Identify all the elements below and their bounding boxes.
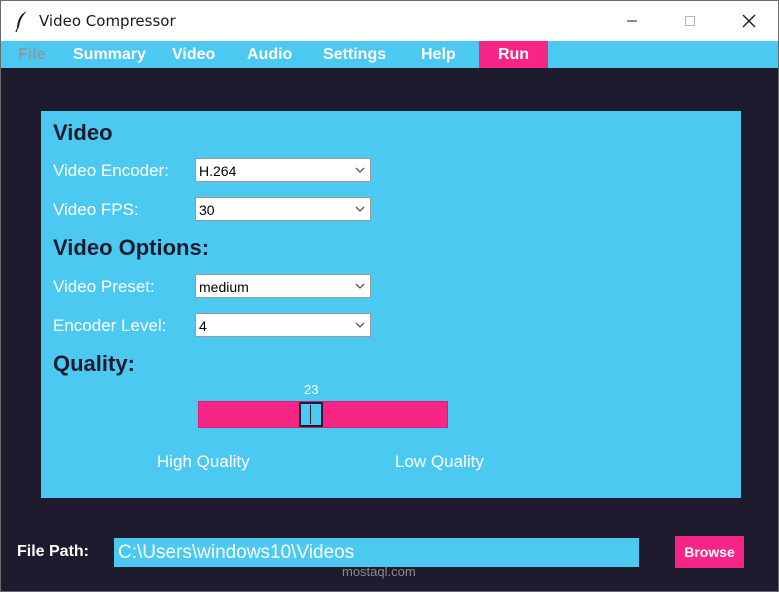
file-path-label: File Path: xyxy=(17,543,90,560)
menu-file[interactable]: File xyxy=(18,41,46,68)
minimize-button[interactable] xyxy=(603,1,661,41)
menu-help[interactable]: Help xyxy=(421,41,456,68)
encoder-level-value: 4 xyxy=(199,318,207,334)
browse-button[interactable]: Browse xyxy=(675,536,744,568)
close-button[interactable] xyxy=(720,1,778,41)
minimize-icon xyxy=(627,20,637,22)
menu-settings[interactable]: Settings xyxy=(323,41,386,68)
video-fps-value: 30 xyxy=(199,202,215,218)
video-preset-select[interactable]: medium xyxy=(195,274,371,298)
video-preset-label: Video Preset: xyxy=(53,277,155,296)
chevron-down-icon xyxy=(355,322,365,328)
file-path-input[interactable]: C:\Users\windows10\Videos xyxy=(114,538,639,567)
menu-summary[interactable]: Summary xyxy=(73,41,146,68)
maximize-icon xyxy=(685,16,695,26)
video-fps-select[interactable]: 30 xyxy=(195,197,371,221)
menu-video[interactable]: Video xyxy=(172,41,215,68)
video-encoder-label: Video Encoder: xyxy=(53,161,169,180)
video-fps-label: Video FPS: xyxy=(53,200,139,219)
encoder-level-select[interactable]: 4 xyxy=(195,313,371,337)
quality-slider-handle[interactable] xyxy=(299,402,323,427)
quality-title: Quality: xyxy=(53,351,135,376)
menu-audio[interactable]: Audio xyxy=(247,41,292,68)
video-options-title: Video Options: xyxy=(53,235,210,260)
app-window: Video Compressor File Summary Video Audi… xyxy=(0,0,779,592)
low-quality-label: Low Quality xyxy=(395,452,484,471)
maximize-button[interactable] xyxy=(661,1,719,41)
menu-bar: File Summary Video Audio Settings Help R… xyxy=(1,41,778,68)
window-title: Video Compressor xyxy=(39,12,176,30)
video-preset-value: medium xyxy=(199,279,249,295)
video-section-title: Video xyxy=(53,120,113,145)
video-settings-panel: Video Video Encoder: H.264 Video FPS: 30… xyxy=(41,111,741,498)
chevron-down-icon xyxy=(355,206,365,212)
close-icon xyxy=(742,14,756,28)
video-encoder-select[interactable]: H.264 xyxy=(195,158,371,182)
feather-icon xyxy=(15,10,28,32)
watermark: mostaql.com xyxy=(342,564,416,579)
quality-slider-value: 23 xyxy=(304,382,319,397)
menu-run-button[interactable]: Run xyxy=(479,41,548,68)
video-encoder-value: H.264 xyxy=(199,163,237,179)
encoder-level-label: Encoder Level: xyxy=(53,316,167,335)
high-quality-label: High Quality xyxy=(157,452,250,471)
title-bar: Video Compressor xyxy=(1,1,778,41)
chevron-down-icon xyxy=(355,283,365,289)
chevron-down-icon xyxy=(355,167,365,173)
quality-slider[interactable] xyxy=(198,401,448,428)
